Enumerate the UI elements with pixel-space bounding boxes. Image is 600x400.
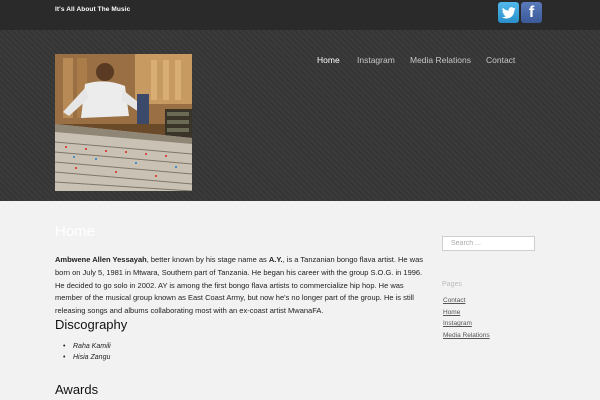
page-title: Home	[55, 223, 96, 240]
album-item: Raha Kamili	[63, 341, 111, 352]
pages-link-media-relations[interactable]: Media Relations	[443, 330, 490, 342]
bio-stage-name: A.Y.	[268, 255, 283, 264]
nav-media-relations[interactable]: Media Relations	[410, 55, 471, 65]
bio-name: Ambwene Allen Yessayah	[55, 255, 147, 264]
pages-list: Contact Home Instagram Media Relations	[443, 295, 490, 341]
album-item: Hisia Zangu	[63, 352, 111, 363]
top-bar: It's All About The Music f	[0, 0, 600, 30]
discography-heading: Discography	[55, 317, 128, 332]
twitter-link[interactable]	[498, 2, 519, 23]
pages-link-instagram[interactable]: Instagram	[443, 318, 490, 330]
bio-paragraph: Ambwene Allen Yessayah, better known by …	[55, 254, 427, 318]
nav-contact[interactable]: Contact	[486, 55, 515, 65]
pages-link-home[interactable]: Home	[443, 307, 490, 319]
site-header: Home Instagram Media Relations Contact	[0, 30, 600, 201]
main-content: Home Ambwene Allen Yessayah, better know…	[0, 201, 600, 400]
search-input[interactable]	[442, 236, 535, 251]
facebook-link[interactable]: f	[521, 2, 542, 23]
twitter-icon	[501, 6, 516, 18]
facebook-icon: f	[528, 4, 535, 21]
pages-widget-title: Pages	[442, 281, 462, 288]
bio-text-2: , is a Tanzanian bongo flava artist. He …	[55, 255, 423, 316]
discography-list: Raha Kamili Hisia Zangu	[63, 341, 111, 363]
site-tagline: It's All About The Music	[55, 6, 131, 13]
awards-heading: Awards	[55, 382, 99, 397]
pages-link-contact[interactable]: Contact	[443, 295, 490, 307]
bio-text-1: , better known by his stage name as	[146, 255, 269, 264]
nav-home[interactable]: Home	[317, 55, 340, 65]
nav-instagram[interactable]: Instagram	[357, 55, 395, 65]
studio-photo	[55, 54, 192, 191]
